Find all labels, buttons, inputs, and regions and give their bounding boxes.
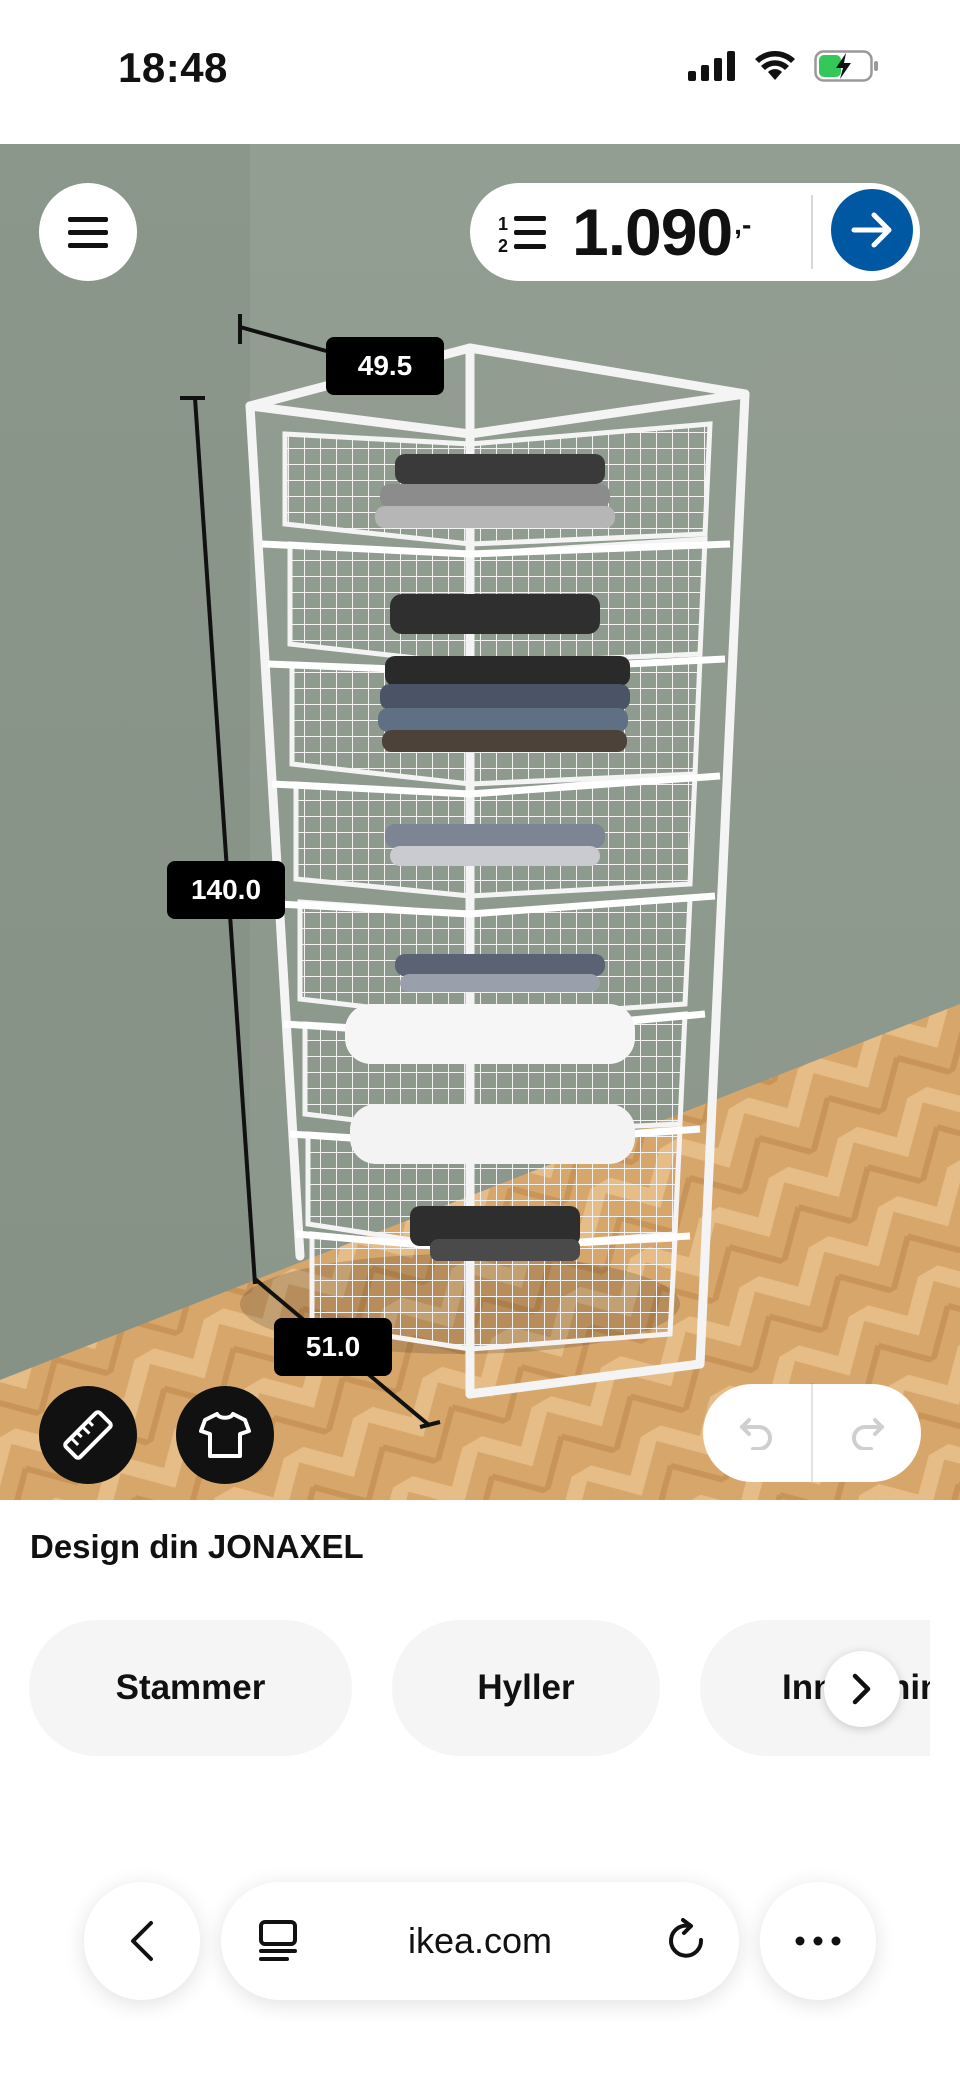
measure-toggle-button[interactable]	[39, 1386, 137, 1484]
address-text: ikea.com	[407, 1920, 553, 1961]
undo-redo-group	[703, 1384, 921, 1482]
ruler-icon	[63, 1410, 113, 1460]
status-icons	[688, 50, 880, 82]
browser-toolbar: ikea.com	[0, 1860, 960, 2081]
redo-icon	[852, 1418, 884, 1450]
height-dimension-label[interactable]: 140.0	[167, 861, 285, 919]
design-title: Design din JONAXEL	[30, 1528, 364, 1565]
price-divider	[811, 195, 813, 269]
category-chip-stammer[interactable]: Stammer	[29, 1620, 352, 1756]
3d-scene[interactable]	[0, 144, 960, 1500]
status-bar: 18:48	[0, 0, 960, 144]
total-price: 1.090	[572, 195, 733, 269]
price-suffix: ,-	[734, 209, 752, 240]
redo-button[interactable]	[813, 1384, 921, 1482]
price-summary[interactable]: 1 2 1.090 ,-	[470, 183, 920, 281]
reload-icon[interactable]	[665, 1918, 709, 1964]
status-time: 18:48	[118, 44, 228, 91]
proceed-button[interactable]	[831, 189, 913, 271]
category-chips: Stammer Hyller Innredning	[0, 1620, 930, 1756]
scroll-categories-next-button[interactable]	[824, 1651, 900, 1727]
battery-charging-icon	[814, 50, 878, 82]
svg-text:1: 1	[498, 214, 508, 234]
t-shirt-icon	[199, 1412, 251, 1458]
width-dimension-label[interactable]: 49.5	[326, 337, 444, 395]
wifi-icon	[755, 51, 795, 80]
more-dots-icon	[795, 1936, 841, 1946]
numbered-list-icon: 1 2	[498, 214, 546, 256]
chevron-left-icon	[131, 1921, 153, 1961]
browser-back-button[interactable]	[84, 1882, 200, 2000]
tabs-icon	[259, 1920, 297, 1961]
hamburger-menu-icon	[68, 217, 108, 248]
configurator-viewport[interactable]: 1 2 1.090 ,- 49.5 140.0 51.0	[0, 144, 960, 1500]
cellular-signal-icon	[688, 51, 735, 81]
browser-more-button[interactable]	[760, 1882, 876, 2000]
svg-text:2: 2	[498, 236, 508, 256]
clothes-toggle-button[interactable]	[176, 1386, 274, 1484]
undo-button[interactable]	[703, 1384, 811, 1482]
chevron-right-icon	[852, 1673, 871, 1705]
arrow-right-icon	[851, 212, 892, 248]
address-bar[interactable]: ikea.com	[221, 1882, 739, 2000]
depth-dimension-label[interactable]: 51.0	[274, 1318, 392, 1376]
category-chip-hyller[interactable]: Hyller	[392, 1620, 660, 1756]
menu-button[interactable]	[39, 183, 137, 281]
undo-icon	[740, 1418, 772, 1450]
